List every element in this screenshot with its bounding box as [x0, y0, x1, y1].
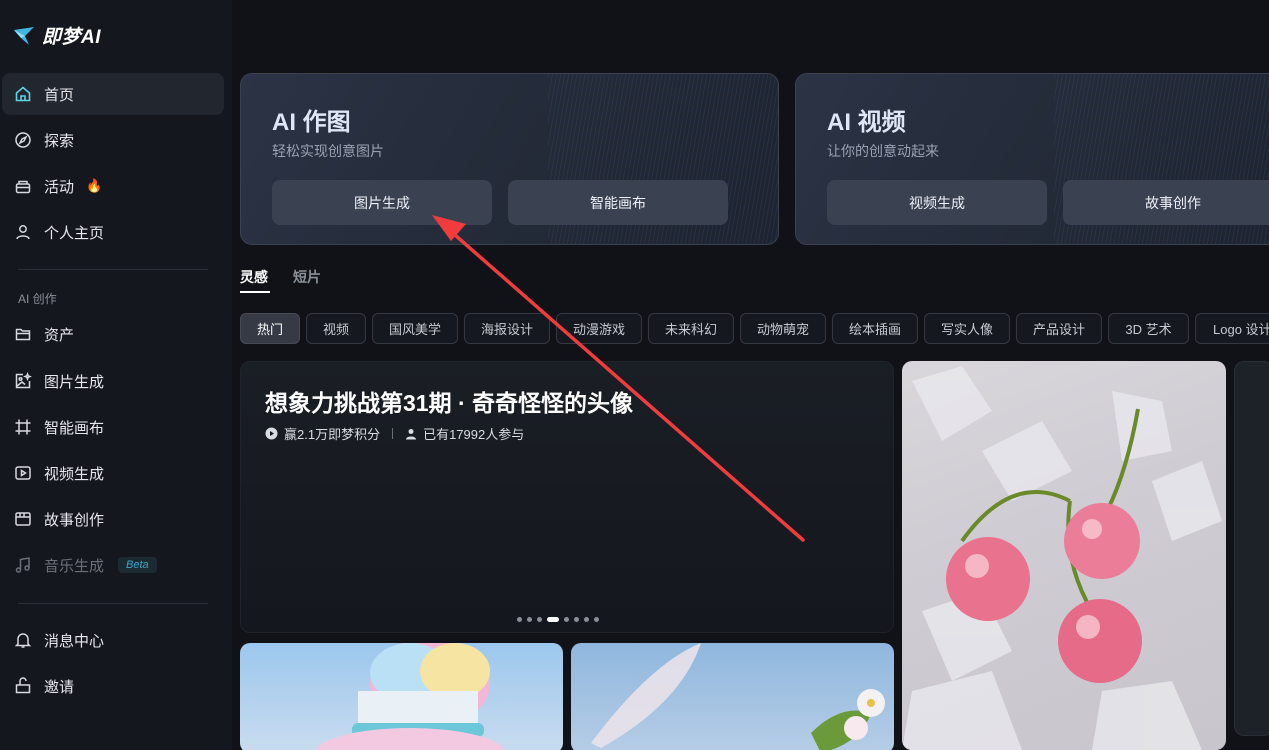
user-icon: [14, 223, 32, 241]
image-generate-button[interactable]: 图片生成: [272, 180, 492, 225]
sidebar-item-assets[interactable]: 资产: [2, 313, 224, 355]
story-icon: [14, 510, 32, 528]
sidebar-item-messages[interactable]: 消息中心: [2, 619, 224, 661]
sidebar-item-label: 消息中心: [44, 632, 105, 650]
challenge-banner[interactable]: 想象力挑战第31期 · 奇奇怪怪的头像 赢2.1万即梦积分 已有17992人参与: [240, 361, 894, 633]
video-icon: [14, 464, 32, 482]
reward-icon: [265, 427, 278, 440]
sidebar-item-music[interactable]: 音乐生成 Beta: [2, 544, 224, 586]
sidebar-section-label: AI 创作: [18, 292, 57, 306]
sidebar-item-label: 故事创作: [44, 511, 105, 529]
banner-title: 想象力挑战第31期 · 奇奇怪怪的头像: [265, 390, 634, 416]
tab-active-indicator: [240, 291, 270, 293]
card-title: AI 视频: [827, 109, 906, 136]
gift-icon: [14, 177, 32, 195]
feather-illustration: [591, 643, 885, 750]
carousel-dots: [517, 617, 599, 622]
ai-image-card: AI 作图 轻松实现创意图片 图片生成 智能画布: [240, 73, 779, 245]
chip-scifi[interactable]: 未来科幻: [648, 313, 734, 344]
story-create-button[interactable]: 故事创作: [1063, 180, 1269, 225]
carousel-dot[interactable]: [594, 617, 599, 622]
partial-image-right[interactable]: [1234, 361, 1269, 736]
chip-poster[interactable]: 海报设计: [464, 313, 550, 344]
sidebar-divider: [18, 269, 208, 270]
home-icon: [14, 85, 32, 103]
brand-name: 即梦AI: [42, 27, 102, 48]
carousel-dot[interactable]: [537, 617, 542, 622]
banner-meta: 赢2.1万即梦积分 已有17992人参与: [265, 424, 524, 443]
ai-video-card: AI 视频 让你的创意动起来 视频生成 故事创作: [795, 73, 1269, 245]
sidebar-item-home[interactable]: 首页: [2, 73, 224, 115]
video-generate-button[interactable]: 视频生成: [827, 180, 1047, 225]
carousel-dot[interactable]: [547, 617, 559, 622]
bunny-illustration: [315, 643, 505, 750]
chip-picturebook[interactable]: 绘本插画: [832, 313, 918, 344]
smart-canvas-button[interactable]: 智能画布: [508, 180, 728, 225]
sidebar-item-canvas[interactable]: 智能画布: [2, 406, 224, 448]
sidebar-item-label: 首页: [44, 86, 75, 104]
sidebar-item-label: 个人主页: [44, 224, 105, 242]
card-subtitle: 轻松实现创意图片: [272, 143, 384, 159]
sidebar-item-video-gen[interactable]: 视频生成: [2, 452, 224, 494]
carousel-dot[interactable]: [584, 617, 589, 622]
carousel-dot[interactable]: [574, 617, 579, 622]
logo-icon: [14, 26, 34, 45]
participants-icon: [406, 428, 417, 439]
compass-icon: [14, 131, 32, 149]
cherry-image[interactable]: [902, 361, 1226, 750]
folder-icon: [14, 325, 32, 343]
chip-logo[interactable]: Logo 设计: [1195, 313, 1269, 344]
sidebar-item-label: 探索: [44, 132, 75, 150]
chip-product[interactable]: 产品设计: [1016, 313, 1102, 344]
cherry-illustration: [902, 366, 1222, 750]
sidebar: 即梦AI 首页 探索 活动 🔥 个人主页 AI 创作 资产 图片生成 智能画布 …: [0, 0, 232, 750]
sidebar-item-label: 资产: [44, 326, 75, 344]
chip-hot[interactable]: 热门: [240, 313, 300, 344]
canvas-icon: [14, 418, 32, 436]
chip-pets[interactable]: 动物萌宠: [740, 313, 826, 344]
rainbow-bunny-image[interactable]: [240, 643, 563, 750]
brand-logo[interactable]: 即梦AI: [12, 22, 101, 49]
chip-anime[interactable]: 动漫游戏: [556, 313, 642, 344]
feather-image[interactable]: [571, 643, 894, 750]
banner-reward: 赢2.1万即梦积分: [284, 427, 381, 442]
fire-icon: 🔥: [86, 178, 103, 193]
sidebar-item-image-gen[interactable]: 图片生成: [2, 360, 224, 402]
sidebar-item-label: 图片生成: [44, 373, 105, 391]
music-icon: [14, 556, 32, 574]
carousel-dot[interactable]: [517, 617, 522, 622]
banner-participants: 已有17992人参与: [423, 427, 525, 442]
sidebar-item-explore[interactable]: 探索: [2, 119, 224, 161]
tab-shorts[interactable]: 短片: [293, 267, 321, 287]
beta-badge: Beta: [118, 557, 157, 573]
card-subtitle: 让你的创意动起来: [827, 143, 939, 159]
carousel-dot[interactable]: [527, 617, 532, 622]
card-title: AI 作图: [272, 109, 351, 136]
carousel-dot[interactable]: [564, 617, 569, 622]
image-gen-icon: [14, 372, 32, 390]
sidebar-item-label: 智能画布: [44, 419, 105, 437]
sidebar-item-profile[interactable]: 个人主页: [2, 211, 224, 253]
chip-3d-art[interactable]: 3D 艺术: [1108, 313, 1189, 344]
chip-video[interactable]: 视频: [306, 313, 366, 344]
chip-portrait[interactable]: 写实人像: [924, 313, 1010, 344]
sidebar-item-label: 音乐生成: [44, 557, 105, 575]
sidebar-item-events[interactable]: 活动 🔥: [2, 165, 224, 207]
sidebar-divider: [18, 603, 208, 604]
bell-icon: [14, 631, 32, 649]
meta-separator: [392, 428, 394, 439]
sidebar-item-label: 活动: [44, 178, 75, 196]
chip-guofeng[interactable]: 国风美学: [372, 313, 458, 344]
sidebar-item-label: 视频生成: [44, 465, 105, 483]
sidebar-item-invite[interactable]: 邀请: [2, 665, 224, 707]
tab-inspiration[interactable]: 灵感: [240, 267, 268, 287]
sidebar-item-story[interactable]: 故事创作: [2, 498, 224, 540]
sidebar-item-label: 邀请: [44, 678, 75, 696]
invite-icon: [14, 677, 32, 695]
